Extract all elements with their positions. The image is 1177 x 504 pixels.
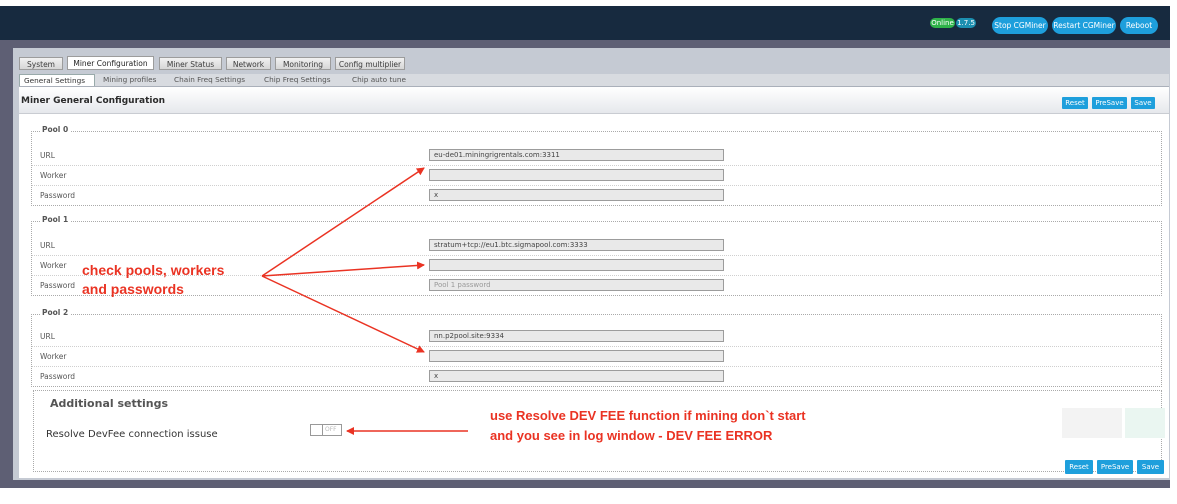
subtab-chip-auto-tune[interactable]: Chip auto tune xyxy=(352,74,406,86)
pool-2-section: Pool 2 URL nn.p2pool.site:9334 Worker Pa… xyxy=(31,308,1162,387)
pool-2-worker-row: Worker xyxy=(32,346,1161,367)
tab-system[interactable]: System xyxy=(19,57,63,70)
pools-annotation-line-2: and passwords xyxy=(82,281,184,297)
devfee-label: Resolve DevFee connection issuse xyxy=(46,429,218,440)
reset-button-bottom[interactable]: Reset xyxy=(1065,460,1093,474)
pool-2-worker-input[interactable] xyxy=(429,350,724,362)
stop-cgminer-button[interactable]: Stop CGMiner xyxy=(992,17,1048,34)
tab-miner-configuration[interactable]: Miner Configuration xyxy=(67,56,154,70)
url-label: URL xyxy=(40,332,55,341)
pool-1-worker-input[interactable] xyxy=(429,259,724,271)
tab-monitoring[interactable]: Monitoring xyxy=(275,57,331,70)
presave-button[interactable]: PreSave xyxy=(1092,97,1127,109)
version-badge: 1.7.5 xyxy=(956,18,976,28)
pool-2-url-row: URL nn.p2pool.site:9334 xyxy=(32,326,1161,347)
tab-miner-status[interactable]: Miner Status xyxy=(159,57,222,70)
url-label: URL xyxy=(40,241,55,250)
subtab-chain-freq-settings[interactable]: Chain Freq Settings xyxy=(174,74,245,86)
reboot-button[interactable]: Reboot xyxy=(1120,17,1158,34)
pool-0-worker-input[interactable] xyxy=(429,169,724,181)
tab-network[interactable]: Network xyxy=(226,57,271,70)
pool-2-legend: Pool 2 xyxy=(40,308,71,317)
pool-1-password-input[interactable]: Pool 1 password xyxy=(429,279,724,291)
pool-1-url-input[interactable]: stratum+tcp://eu1.btc.sigmapool.com:3333 xyxy=(429,239,724,251)
card-header: Miner General Configuration Reset PreSav… xyxy=(19,87,1169,114)
pool-0-url-input[interactable]: eu-de01.miningrigrentals.com:3311 xyxy=(429,149,724,161)
tab-config-multiplier[interactable]: Config multiplier xyxy=(335,57,405,70)
password-label: Password xyxy=(40,191,76,200)
devfee-annotation-line-2: and you see in log window - DEV FEE ERRO… xyxy=(490,428,773,443)
pool-2-password-row: Password x xyxy=(32,366,1161,386)
worker-label: Worker xyxy=(40,352,67,361)
subtab-bar: General Settings Mining profiles Chain F… xyxy=(19,74,1169,87)
subtab-chip-freq-settings[interactable]: Chip Freq Settings xyxy=(264,74,331,86)
reset-button[interactable]: Reset xyxy=(1062,97,1088,109)
page-title: Miner General Configuration xyxy=(21,96,166,106)
worker-label: Worker xyxy=(40,171,67,180)
additional-settings-title: Additional settings xyxy=(50,397,169,410)
pool-0-password-input[interactable]: x xyxy=(429,189,724,201)
pool-2-password-input[interactable]: x xyxy=(429,370,724,382)
pool-1-url-row: URL stratum+tcp://eu1.btc.sigmapool.com:… xyxy=(32,235,1161,256)
status-badge: Online xyxy=(930,18,955,28)
url-label: URL xyxy=(40,151,55,160)
toggle-knob xyxy=(311,425,323,435)
pool-0-password-row: Password x xyxy=(32,185,1161,205)
pool-0-url-row: URL eu-de01.miningrigrentals.com:3311 xyxy=(32,145,1161,166)
save-button[interactable]: Save xyxy=(1131,97,1155,109)
background-artifact xyxy=(1125,408,1165,438)
pool-0-worker-row: Worker xyxy=(32,165,1161,186)
pool-1-section: Pool 1 URL stratum+tcp://eu1.btc.sigmapo… xyxy=(31,215,1162,296)
presave-button-bottom[interactable]: PreSave xyxy=(1097,460,1133,474)
pool-1-legend: Pool 1 xyxy=(40,215,71,224)
password-label: Password xyxy=(40,372,76,381)
pool-1-password-row: Password Pool 1 password xyxy=(32,275,1161,295)
pools-annotation-line-1: check pools, workers xyxy=(82,262,225,278)
pool-0-legend: Pool 0 xyxy=(40,125,71,134)
subtab-general-settings[interactable]: General Settings xyxy=(19,74,95,86)
pool-2-url-input[interactable]: nn.p2pool.site:9334 xyxy=(429,330,724,342)
pool-0-section: Pool 0 URL eu-de01.miningrigrentals.com:… xyxy=(31,125,1162,206)
subtab-mining-profiles[interactable]: Mining profiles xyxy=(103,74,156,86)
worker-label: Worker xyxy=(40,261,67,270)
save-button-bottom[interactable]: Save xyxy=(1137,460,1164,474)
devfee-annotation-line-1: use Resolve DEV FEE function if mining d… xyxy=(490,408,806,423)
restart-cgminer-button[interactable]: Restart CGMiner xyxy=(1052,17,1116,34)
background-artifact xyxy=(1062,408,1122,438)
toggle-state: OFF xyxy=(325,426,337,433)
password-label: Password xyxy=(40,281,76,290)
devfee-toggle[interactable]: OFF xyxy=(310,424,342,436)
